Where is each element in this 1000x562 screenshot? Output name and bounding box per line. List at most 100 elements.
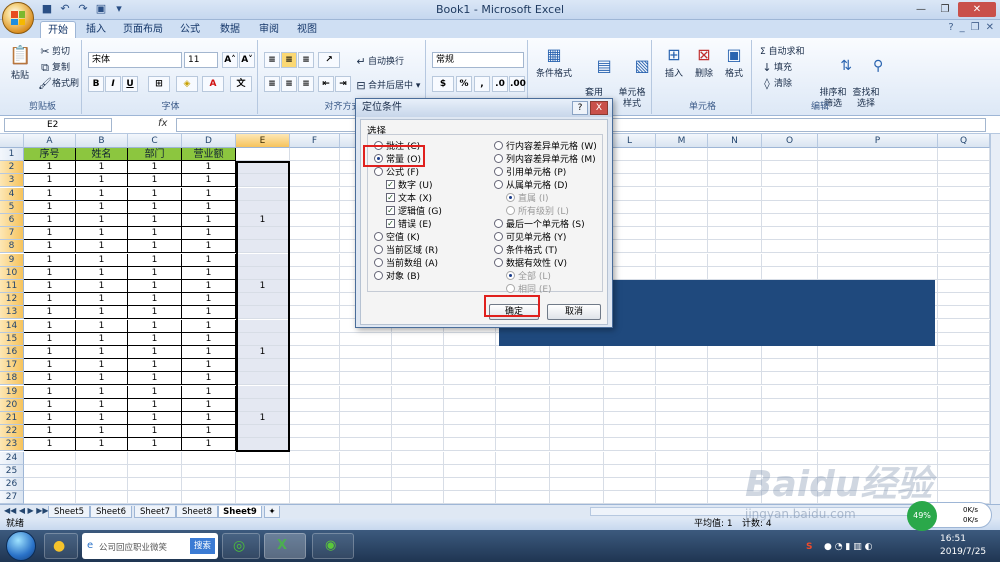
cell[interactable]: 1 [24, 240, 76, 254]
restore-icon[interactable]: ❐ [971, 22, 980, 33]
align-bottom-button[interactable]: ≡ [298, 52, 314, 68]
radio-left_options-8[interactable]: 当前区域 (R) [374, 243, 438, 256]
cell[interactable] [128, 478, 182, 491]
cell[interactable]: 1 [76, 214, 128, 227]
cell[interactable]: 1 [128, 253, 182, 267]
tab-0[interactable]: 开始 [40, 21, 76, 38]
cell[interactable]: 1 [128, 398, 182, 412]
cell[interactable] [340, 491, 392, 505]
cell[interactable] [762, 372, 818, 386]
row-header[interactable]: 4 [0, 187, 24, 201]
cell[interactable] [656, 491, 708, 505]
sheet-tab[interactable]: Sheet9 [218, 506, 262, 518]
sheet-tab[interactable]: Sheet8 [176, 506, 218, 518]
cell[interactable] [656, 398, 708, 412]
col-header[interactable]: E [236, 134, 290, 148]
cell[interactable]: 1 [24, 346, 76, 359]
col-header[interactable]: Q [938, 134, 990, 148]
cell[interactable] [236, 464, 290, 478]
align-right-button[interactable]: ≡ [298, 76, 314, 92]
cell[interactable] [290, 425, 340, 439]
cell[interactable] [762, 398, 818, 412]
cell[interactable] [938, 438, 990, 452]
name-box[interactable]: E2 [4, 118, 112, 132]
cell[interactable]: 1 [182, 161, 236, 175]
cell[interactable]: 1 [24, 266, 76, 280]
shrink-font-button[interactable]: A˅ [239, 52, 255, 68]
cell[interactable] [444, 346, 496, 359]
insert-function-button[interactable]: fx [158, 118, 167, 129]
taskbar-app-games[interactable]: ● [44, 533, 78, 559]
cell[interactable] [182, 491, 236, 505]
cell[interactable]: 1 [128, 359, 182, 373]
grow-font-button[interactable]: A˄ [222, 52, 238, 68]
cell[interactable] [76, 491, 128, 505]
cell[interactable] [496, 464, 550, 478]
cell[interactable]: 1 [76, 240, 128, 254]
col-header[interactable]: F [290, 134, 340, 148]
cell[interactable] [496, 412, 550, 425]
cell[interactable] [938, 187, 990, 201]
cell[interactable] [604, 478, 656, 491]
row-header[interactable]: 19 [0, 385, 24, 399]
header-cell[interactable]: 序号 [24, 148, 76, 161]
cell[interactable] [604, 359, 656, 373]
radio-right_options-1[interactable]: 列内容差异单元格 (M) [494, 152, 596, 165]
radio-right_options-6[interactable]: 最后一个单元格 (S) [494, 217, 585, 230]
cancel-button[interactable]: 取消 [547, 304, 601, 320]
underline-button[interactable]: U [122, 76, 138, 92]
cell[interactable]: 1 [128, 214, 182, 227]
cell[interactable] [938, 385, 990, 399]
cell[interactable]: 1 [24, 438, 76, 452]
phonetic-button[interactable]: 文 [230, 76, 252, 92]
cell[interactable] [392, 478, 444, 491]
cell[interactable] [818, 253, 938, 267]
cell[interactable]: 1 [128, 425, 182, 439]
cell[interactable] [290, 161, 340, 175]
cell[interactable] [496, 438, 550, 452]
office-button[interactable] [2, 2, 34, 34]
cell[interactable]: 1 [24, 372, 76, 386]
cell[interactable] [656, 346, 708, 359]
cell[interactable]: 1 [182, 214, 236, 227]
cell[interactable]: 1 [182, 280, 236, 293]
row-header[interactable]: 13 [0, 306, 24, 320]
cell[interactable] [392, 438, 444, 452]
cell[interactable]: 1 [182, 385, 236, 399]
checkbox-left_options-4[interactable]: ✓ 文本 (X) [386, 191, 432, 204]
decrease-decimal-button[interactable]: .00 [509, 76, 526, 92]
cell[interactable] [340, 478, 392, 491]
cell[interactable] [182, 451, 236, 465]
cell[interactable] [938, 451, 990, 465]
align-center-button[interactable]: ≡ [281, 76, 297, 92]
cell[interactable] [762, 214, 818, 227]
cell[interactable]: 1 [182, 359, 236, 373]
cell[interactable] [938, 253, 990, 267]
cell[interactable]: 1 [182, 398, 236, 412]
cell[interactable] [656, 438, 708, 452]
cell[interactable] [708, 359, 762, 373]
cell[interactable] [444, 464, 496, 478]
cell[interactable] [496, 491, 550, 505]
radio-right_options-8[interactable]: 条件格式 (T) [494, 243, 557, 256]
cell[interactable] [938, 240, 990, 254]
cell[interactable] [656, 227, 708, 241]
cell[interactable] [496, 346, 550, 359]
cell[interactable] [656, 200, 708, 214]
fill-color-button[interactable]: ◈ [176, 76, 198, 92]
cell[interactable] [656, 187, 708, 201]
cell[interactable] [550, 425, 604, 439]
cell[interactable] [938, 148, 990, 161]
cell[interactable] [550, 451, 604, 465]
cell[interactable] [938, 306, 990, 320]
cell[interactable]: 1 [76, 425, 128, 439]
row-header[interactable]: 21 [0, 412, 24, 425]
cell[interactable] [708, 372, 762, 386]
cell[interactable] [762, 161, 818, 175]
conditional-format-button[interactable]: ▦ 条件格式 [534, 44, 574, 79]
cell[interactable] [444, 359, 496, 373]
cell[interactable]: 1 [182, 227, 236, 241]
cell[interactable] [938, 214, 990, 227]
cell[interactable] [818, 385, 938, 399]
cell[interactable] [76, 478, 128, 491]
